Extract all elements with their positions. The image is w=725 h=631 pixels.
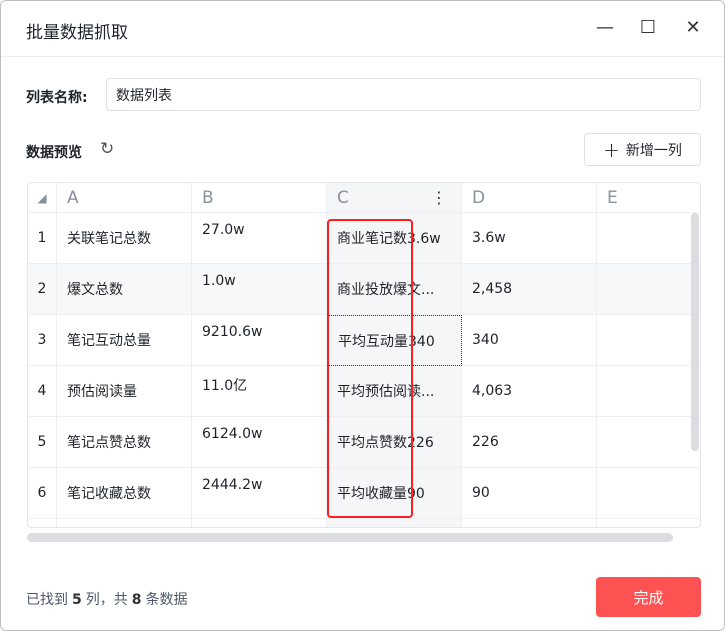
row-number[interactable]: 6 — [28, 468, 57, 519]
status-text: 已找到 5 列，共 8 条数据 — [26, 589, 188, 609]
add-column-label: 新增一列 — [625, 142, 682, 159]
divider — [1, 56, 724, 57]
row-number[interactable]: 1 — [28, 213, 57, 264]
table-cell[interactable]: 平均预估阅读... — [327, 366, 462, 417]
table-cell[interactable]: 平均点赞数226 — [327, 417, 462, 468]
plus-icon: + — [603, 137, 620, 162]
list-name-label: 列表名称: — [26, 90, 88, 106]
table-cell[interactable] — [57, 519, 192, 527]
horizontal-scrollbar[interactable] — [27, 533, 673, 542]
column-header-b[interactable]: B — [192, 183, 327, 213]
table-cell[interactable] — [462, 519, 597, 527]
dialog-window: 批量数据抓取 — ☐ ✕ 列表名称: 数据预览 ↻ + 新增一列 ◢ABC⋮DE 1… — [0, 0, 725, 631]
column-header-a[interactable]: A — [57, 183, 192, 213]
table-cell[interactable]: 2,458 — [462, 264, 597, 315]
table-cell[interactable]: 笔记互动总量 — [57, 315, 192, 366]
maximize-button[interactable]: ☐ — [636, 15, 660, 39]
table-cell[interactable]: 11.0亿 — [192, 366, 327, 417]
table-cell[interactable]: 商业笔记数3.6w — [327, 213, 462, 264]
table-cell[interactable]: 商业投放爆文... — [327, 264, 462, 315]
column-count: 5 — [72, 592, 82, 608]
table-cell[interactable]: 6124.0w — [192, 417, 327, 468]
table-cell[interactable]: 笔记点赞总数 — [57, 417, 192, 468]
table-cell[interactable]: 预估阅读量 — [57, 366, 192, 417]
table-cell[interactable] — [597, 264, 700, 315]
table-cell[interactable]: 9210.6w — [192, 315, 327, 366]
refresh-icon[interactable]: ↻ — [100, 139, 114, 159]
table-cell[interactable]: 27.0w — [192, 213, 327, 264]
list-name-input[interactable] — [106, 78, 701, 111]
table-cell[interactable]: 平均收藏量90 — [327, 468, 462, 519]
table-cell[interactable]: 90 — [462, 468, 597, 519]
table-cell[interactable]: 1.0w — [192, 264, 327, 315]
table-cell[interactable]: 爆文总数 — [57, 264, 192, 315]
table-cell[interactable]: 笔记收藏总数 — [57, 468, 192, 519]
table-cell[interactable] — [597, 519, 700, 527]
row-number[interactable]: 5 — [28, 417, 57, 468]
column-header-e[interactable]: E — [597, 183, 700, 213]
column-menu-icon[interactable]: ⋮ — [431, 188, 447, 207]
select-all-corner[interactable]: ◢ — [28, 183, 57, 213]
window-title: 批量数据抓取 — [26, 23, 128, 43]
done-button[interactable]: 完成 — [596, 577, 701, 617]
table-cell[interactable]: 340 — [462, 315, 597, 366]
row-number[interactable]: 2 — [28, 264, 57, 315]
vertical-scrollbar[interactable] — [691, 213, 699, 451]
table-cell[interactable] — [597, 468, 700, 519]
status-mid: 列，共 — [85, 592, 128, 608]
table-cell[interactable]: 2444.2w — [192, 468, 327, 519]
table-cell[interactable]: 4,063 — [462, 366, 597, 417]
table-cell[interactable] — [327, 519, 462, 527]
add-column-button[interactable]: + 新增一列 — [584, 133, 701, 166]
close-button[interactable]: ✕ — [681, 15, 705, 39]
table-cell[interactable] — [597, 366, 700, 417]
status-prefix: 已找到 — [26, 592, 68, 608]
column-header-d[interactable]: D — [462, 183, 597, 213]
row-number[interactable] — [28, 519, 57, 527]
table-cell[interactable] — [192, 519, 327, 527]
column-header-c[interactable]: C ⋮ — [327, 183, 462, 213]
row-number[interactable]: 3 — [28, 315, 57, 366]
table-cell[interactable] — [597, 417, 700, 468]
preview-label: 数据预览 — [26, 145, 82, 161]
table-cell[interactable] — [597, 213, 700, 264]
table-cell[interactable]: 3.6w — [462, 213, 597, 264]
row-count: 8 — [131, 592, 142, 608]
table-cell[interactable]: 关联笔记总数 — [57, 213, 192, 264]
table-cell[interactable]: 226 — [462, 417, 597, 468]
table-cell[interactable] — [597, 315, 700, 366]
table-cell[interactable]: 平均互动量340 — [327, 315, 462, 366]
status-suffix: 条数据 — [145, 592, 188, 608]
data-grid: ◢ A B C ⋮ D E 1 关联笔记总数 27.0w 商业笔记数3.6w 3.6w 2 爆文总数 1.0… — [27, 182, 701, 528]
row-number[interactable]: 4 — [28, 366, 57, 417]
minimize-button[interactable]: — — [593, 15, 617, 39]
